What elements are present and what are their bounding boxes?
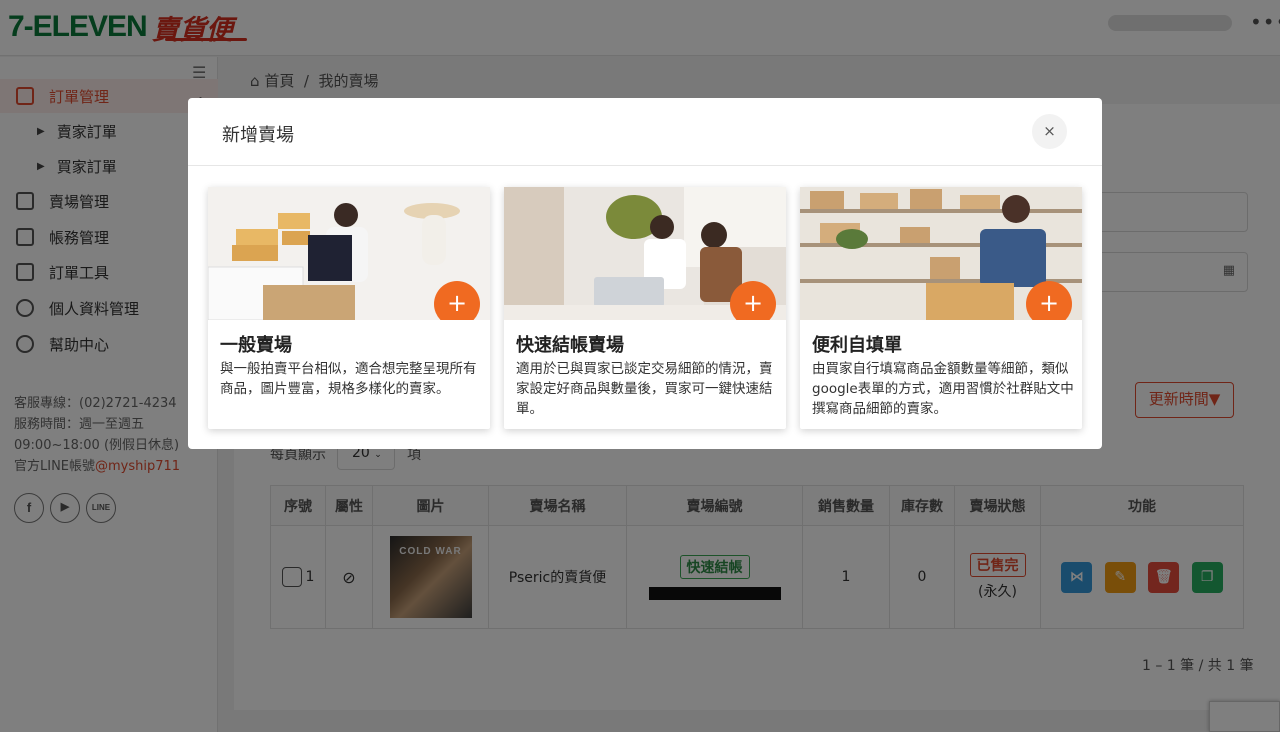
modal-title: 新增賣場 <box>222 125 294 146</box>
quick-checkout-image: + <box>504 187 786 320</box>
option-title: 快速結帳賣場 <box>516 335 624 356</box>
option-description: 由買家自行填寫商品金額數量等細節，類似google表單的方式，適用習慣於社群貼文… <box>812 361 1074 417</box>
add-general-store-button[interactable]: + <box>434 281 480 320</box>
modal-header: 新增賣場 × <box>188 98 1102 166</box>
option-quick-checkout-store[interactable]: + 快速結帳賣場 適用於已與買家已談定交易細節的情況，賣家設定好商品與數量後，買… <box>504 187 786 429</box>
option-title: 一般賣場 <box>220 335 292 356</box>
option-self-fill-form[interactable]: + 便利自填單 由買家自行填寫商品金額數量等細節，類似google表單的方式，適… <box>800 187 1082 429</box>
option-title: 便利自填單 <box>812 335 902 356</box>
option-general-store[interactable]: + 一般賣場 與一般拍賣平台相似，適合想完整呈現所有商品，圖片豐富，規格多樣化的… <box>208 187 490 429</box>
add-self-fill-form-button[interactable]: + <box>1026 281 1072 320</box>
option-description: 適用於已與買家已談定交易細節的情況，賣家設定好商品與數量後，買家可一鍵快速結單。 <box>516 361 773 417</box>
self-fill-form-image: + <box>800 187 1082 320</box>
close-button[interactable]: × <box>1032 114 1067 149</box>
general-store-image: + <box>208 187 490 320</box>
option-description: 與一般拍賣平台相似，適合想完整呈現所有商品，圖片豐富，規格多樣化的賣家。 <box>220 361 477 397</box>
add-quick-checkout-store-button[interactable]: + <box>730 281 776 320</box>
close-icon: × <box>1043 122 1056 140</box>
new-store-modal: 新增賣場 × + 一般賣場 與一般拍賣平台相似，適合想完整呈現所有商品，圖片豐富 <box>188 98 1102 449</box>
